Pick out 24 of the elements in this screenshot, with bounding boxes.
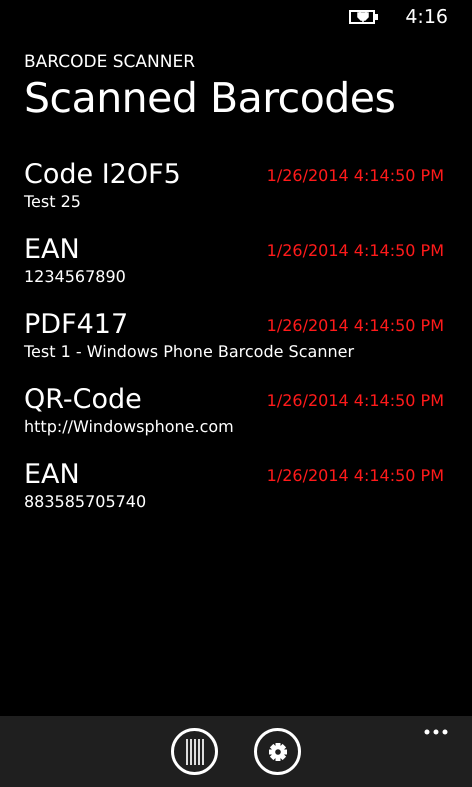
barcode-value: 883585705740 bbox=[24, 492, 148, 512]
scan-date: 1/26/2014 4:14:50 PM bbox=[266, 166, 444, 184]
settings-icon bbox=[268, 742, 288, 762]
clock-time: 4:16 bbox=[405, 6, 448, 28]
scan-date: 1/26/2014 4:14:50 PM bbox=[266, 316, 444, 334]
app-title: BARCODE SCANNER bbox=[24, 52, 196, 72]
barcode-type[interactable]: Code I2OF5 bbox=[24, 158, 181, 192]
barcode-type[interactable]: EAN bbox=[24, 233, 80, 267]
battery-charging-icon bbox=[349, 9, 380, 25]
barcode-type[interactable]: EAN bbox=[24, 458, 80, 492]
page-title: Scanned Barcodes bbox=[24, 74, 396, 122]
scan-button[interactable] bbox=[171, 728, 218, 775]
more-icon[interactable] bbox=[424, 729, 448, 735]
scan-date: 1/26/2014 4:14:50 PM bbox=[266, 390, 444, 410]
barcode-value: http://Windowsphone.com bbox=[24, 417, 235, 437]
barcode-type[interactable]: QR-Code bbox=[24, 383, 142, 417]
settings-button[interactable] bbox=[254, 728, 301, 775]
barcode-type[interactable]: PDF417 bbox=[24, 308, 128, 342]
scan-date: 1/26/2014 4:14:50 PM bbox=[266, 240, 444, 260]
barcode-icon bbox=[184, 738, 204, 764]
barcode-value: Test 1 - Windows Phone Barcode Scanner bbox=[24, 342, 356, 362]
scan-date: 1/26/2014 4:14:50 PM bbox=[266, 466, 444, 484]
barcode-value: Test 25 bbox=[24, 192, 82, 212]
barcode-value: 1234567890 bbox=[24, 267, 127, 287]
